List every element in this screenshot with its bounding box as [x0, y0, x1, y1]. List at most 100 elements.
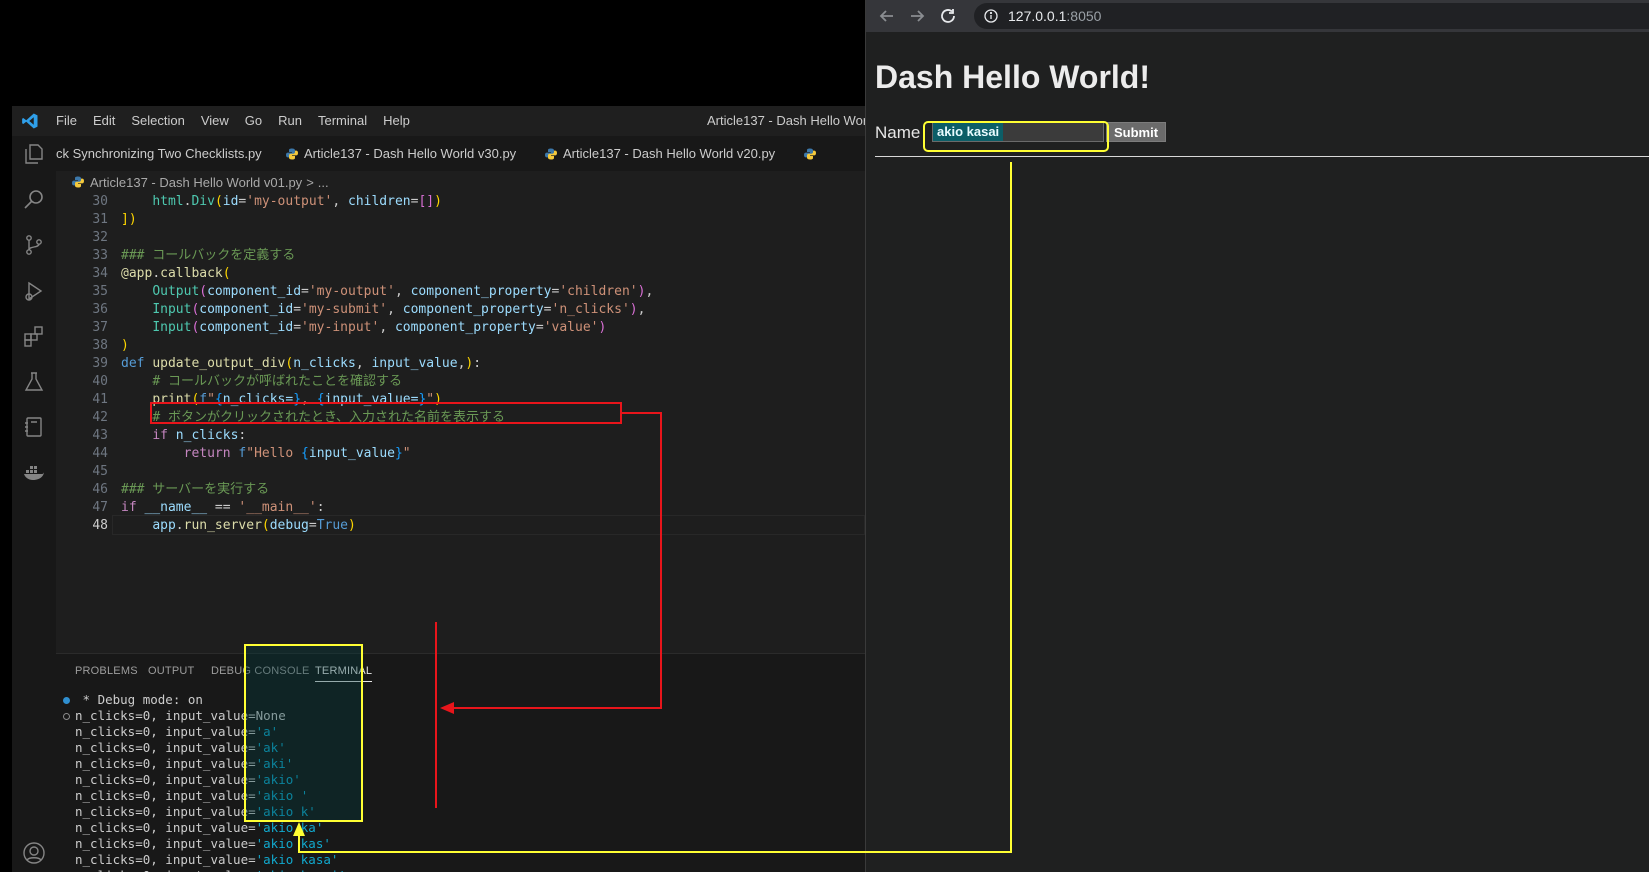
menu-terminal[interactable]: Terminal [310, 106, 375, 136]
account-icon[interactable] [22, 841, 46, 865]
comment-show-name: # ボタンがクリックされたとき、入力された名前を表示する [152, 410, 506, 425]
terminal-value: 'akio kasai' [256, 868, 346, 872]
code-token: input_value= [324, 392, 419, 407]
breadcrumb-separator: > [306, 174, 314, 190]
line-number: 47 [92, 500, 108, 515]
breadcrumb-file[interactable]: Article137 - Dash Hello World v01.py [90, 175, 302, 190]
code-token: component_property [402, 302, 544, 317]
terminal-value: 'aki' [255, 756, 294, 771]
breadcrumb-more[interactable]: ... [318, 175, 329, 190]
code-editor[interactable]: 30 31 32 33 34 35 36 37 38 39 40 41 42 4… [56, 193, 865, 653]
code-token: 'my-output' [308, 284, 395, 299]
terminal-line: n_clicks=0, input_value='akio' [75, 772, 301, 788]
search-icon[interactable] [22, 188, 46, 212]
code-token: if [121, 500, 145, 515]
explorer-icon[interactable] [22, 142, 46, 166]
vscode-logo-icon [12, 106, 48, 136]
menu-run[interactable]: Run [270, 106, 310, 136]
name-input[interactable]: akio kasai [932, 122, 1104, 142]
line-number: 34 [92, 266, 108, 281]
code-token: component_id [207, 284, 302, 299]
terminal-value: 'akio kas' [255, 836, 331, 851]
testing-icon[interactable] [22, 370, 46, 394]
terminal-prefix: n_clicks=0, input_value= [75, 740, 256, 755]
code-token: ) [348, 518, 356, 533]
code-token: html [152, 194, 184, 209]
panel-tab-terminal[interactable]: TERMINAL [315, 665, 373, 682]
panel-tab-debug-console[interactable]: DEBUG CONSOLE [211, 665, 310, 677]
command-default-decoration-icon [63, 713, 70, 720]
code-token: , [379, 320, 395, 335]
back-icon[interactable] [877, 6, 897, 26]
terminal-value: 'akio' [255, 772, 301, 787]
breadcrumb: Article137 - Dash Hello World v01.py > .… [56, 171, 865, 193]
panel-tab-output[interactable]: OUTPUT [148, 665, 194, 677]
window-title: Article137 - Dash Hello World [707, 113, 865, 128]
code-token: def [121, 356, 153, 371]
code-token: = [293, 320, 302, 335]
url-port: :8050 [1066, 8, 1102, 24]
extensions-icon[interactable] [22, 324, 46, 348]
code-token: , [645, 284, 654, 299]
code-token: . [175, 518, 184, 533]
code-token: { [301, 446, 309, 461]
terminal-line: n_clicks=0, input_value='akio kas' [75, 836, 331, 852]
comment-define-callback: ### コールバックを定義する [121, 248, 296, 263]
tab-synchronizing-checklists[interactable]: ck Synchronizing Two Checklists.py [56, 136, 262, 171]
line-number: 32 [92, 230, 108, 245]
code-token: True [316, 518, 349, 533]
menu-go[interactable]: Go [237, 106, 270, 136]
code-token: Output [152, 284, 200, 299]
line-number-current: 48 [92, 518, 108, 533]
notebook-icon[interactable] [22, 415, 46, 439]
editor-tab-bar: ck Synchronizing Two Checklists.py Artic… [56, 136, 865, 171]
menu-edit[interactable]: Edit [85, 106, 123, 136]
code-token: ) [629, 302, 638, 317]
source-control-icon[interactable] [22, 233, 46, 257]
tab-dash-hello-world-v20[interactable]: Article137 - Dash Hello World v20.py [545, 136, 775, 171]
terminal-prefix: n_clicks=0, input_value= [75, 836, 256, 851]
divider [875, 156, 1649, 157]
code-token: : [316, 500, 325, 515]
site-info-icon[interactable] [984, 9, 998, 23]
code-token: update_output_div [152, 356, 286, 371]
line-number: 41 [92, 392, 108, 407]
code-token: component_property [394, 320, 536, 335]
command-success-decoration-icon [63, 697, 70, 704]
panel-tab-problems[interactable]: PROBLEMS [75, 665, 138, 677]
code-token: ) [598, 320, 607, 335]
forward-icon[interactable] [907, 6, 927, 26]
menu-file[interactable]: File [48, 106, 85, 136]
docker-icon[interactable] [22, 460, 46, 484]
menu-view[interactable]: View [193, 106, 237, 136]
line-number: 31 [92, 212, 108, 227]
address-bar[interactable]: 127.0.0.1:8050 [974, 3, 1649, 29]
menu-bar: File Edit Selection View Go Run Terminal… [48, 106, 418, 136]
code-token: ) [128, 212, 137, 227]
menu-selection[interactable]: Selection [123, 106, 192, 136]
terminal-line: n_clicks=0, input_value='aki' [75, 756, 293, 772]
terminal-value: 'ak' [255, 740, 286, 755]
run-debug-icon[interactable] [22, 279, 46, 303]
tab-dash-hello-world-v30[interactable]: Article137 - Dash Hello World v30.py [286, 136, 516, 171]
menu-help[interactable]: Help [375, 106, 418, 136]
line-number: 43 [92, 428, 108, 443]
code-token: 'n_clicks' [551, 302, 630, 317]
name-label: Name [875, 123, 921, 142]
line-number: 35 [92, 284, 108, 299]
terminal-value: 'akio k' [255, 804, 316, 819]
terminal-prefix: n_clicks=0, input_value= [75, 868, 256, 872]
line-number: 30 [92, 194, 108, 209]
line-number: 38 [92, 338, 108, 353]
vscode-window: File Edit Selection View Go Run Terminal… [12, 106, 865, 872]
reload-icon[interactable] [938, 6, 958, 26]
line-number: 42 [92, 410, 108, 425]
code-token: " [426, 392, 435, 407]
tab-more[interactable] [804, 136, 822, 171]
submit-button[interactable]: Submit [1106, 122, 1166, 142]
code-token: "Hello [246, 446, 302, 461]
